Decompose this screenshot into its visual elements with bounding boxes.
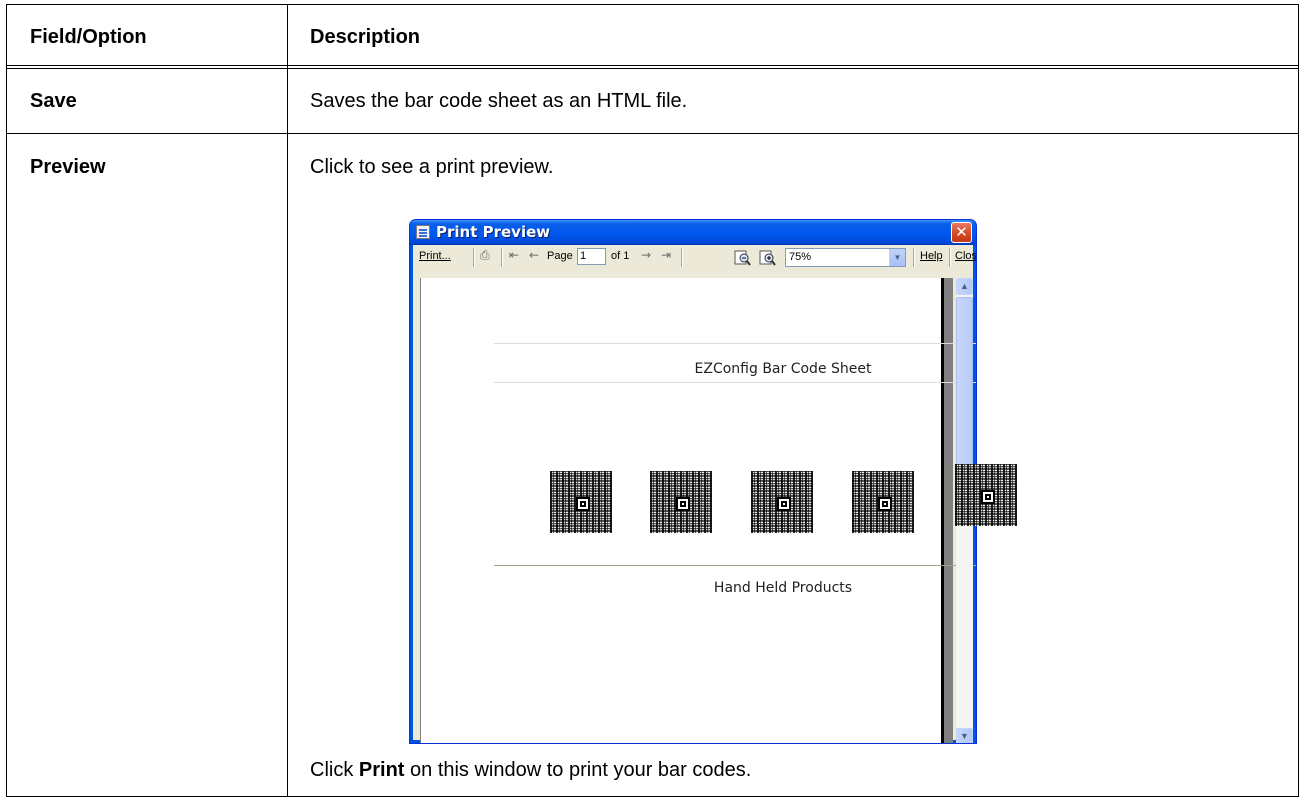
close-button[interactable]: Close — [955, 250, 977, 262]
column-divider — [287, 5, 288, 796]
row-preview-note: Click Print on this window to print your… — [310, 758, 751, 782]
row-preview-description: Click to see a print preview. — [310, 156, 554, 178]
chevron-down-icon[interactable]: ▼ — [889, 249, 905, 266]
header-divider — [7, 65, 1298, 66]
window-title: Print Preview — [436, 223, 551, 241]
scroll-down-icon[interactable]: ▼ — [956, 728, 973, 743]
header-divider-double — [7, 68, 1298, 69]
footer-rule — [494, 565, 976, 566]
barcode-2 — [650, 471, 712, 533]
print-button-label: Print... — [419, 250, 451, 262]
help-button[interactable]: Help — [920, 250, 943, 262]
toolbar-separator — [949, 248, 950, 267]
print-preview-window: Print Preview ✕ Print... ⎙ ⇤ ← Page 1 of… — [409, 219, 977, 744]
header-description: Description — [310, 26, 421, 48]
toolbar-separator — [501, 248, 502, 267]
barcode-5 — [955, 464, 1017, 526]
preview-paper: EZConfig Bar Code Sheet Hand Held Produc… — [421, 278, 976, 743]
note-prefix: Click — [310, 759, 359, 781]
window-titlebar[interactable]: Print Preview ✕ — [410, 220, 976, 245]
help-button-label: Help — [920, 250, 943, 262]
print-preview-icon — [416, 225, 430, 239]
close-button-label: Close — [955, 250, 977, 262]
preview-canvas: EZConfig Bar Code Sheet Hand Held Produc… — [420, 278, 976, 743]
next-page-icon[interactable]: → — [641, 248, 651, 262]
toolbar-separator — [681, 248, 682, 267]
print-button[interactable]: Print... — [419, 250, 451, 262]
zoom-value: 75% — [789, 251, 812, 263]
page-count-label: of 1 — [611, 250, 630, 262]
title-bottom-rule — [494, 382, 976, 383]
row-preview-field: Preview — [30, 156, 106, 178]
toolbar-separator — [913, 248, 914, 267]
row-save-description: Saves the bar code sheet as an HTML file… — [310, 90, 688, 112]
header-field-option: Field/Option — [30, 26, 147, 48]
sheet-title: EZConfig Bar Code Sheet — [694, 361, 872, 377]
page-label: Page — [547, 250, 573, 262]
last-page-icon[interactable]: ⇥ — [661, 248, 671, 262]
note-suffix: on this window to print your bar codes. — [404, 759, 752, 781]
zoom-in-icon[interactable] — [759, 249, 776, 266]
row-save-field: Save — [30, 90, 77, 112]
zoom-select[interactable]: 75% ▼ — [785, 248, 906, 267]
sheet-footer: Hand Held Products — [713, 580, 853, 596]
preview-toolbar: Print... ⎙ ⇤ ← Page 1 of 1 → ⇥ 75% ▼ Hel… — [413, 245, 976, 270]
zoom-out-icon[interactable] — [734, 249, 751, 266]
first-page-icon[interactable]: ⇤ — [509, 248, 519, 262]
window-close-button[interactable]: ✕ — [951, 222, 972, 243]
barcode-4 — [852, 471, 914, 533]
barcode-3 — [751, 471, 813, 533]
scroll-up-icon[interactable]: ▲ — [956, 278, 973, 295]
row-divider — [7, 133, 1298, 134]
preview-content-area: EZConfig Bar Code Sheet Hand Held Produc… — [413, 270, 976, 743]
page-setup-icon[interactable]: ⎙ — [480, 248, 490, 263]
previous-page-icon[interactable]: ← — [529, 248, 539, 262]
note-bold-print: Print — [358, 759, 405, 781]
toolbar-separator — [473, 248, 474, 267]
barcode-1 — [550, 471, 612, 533]
title-top-rule — [494, 343, 976, 344]
page-number-input[interactable]: 1 — [577, 248, 606, 265]
